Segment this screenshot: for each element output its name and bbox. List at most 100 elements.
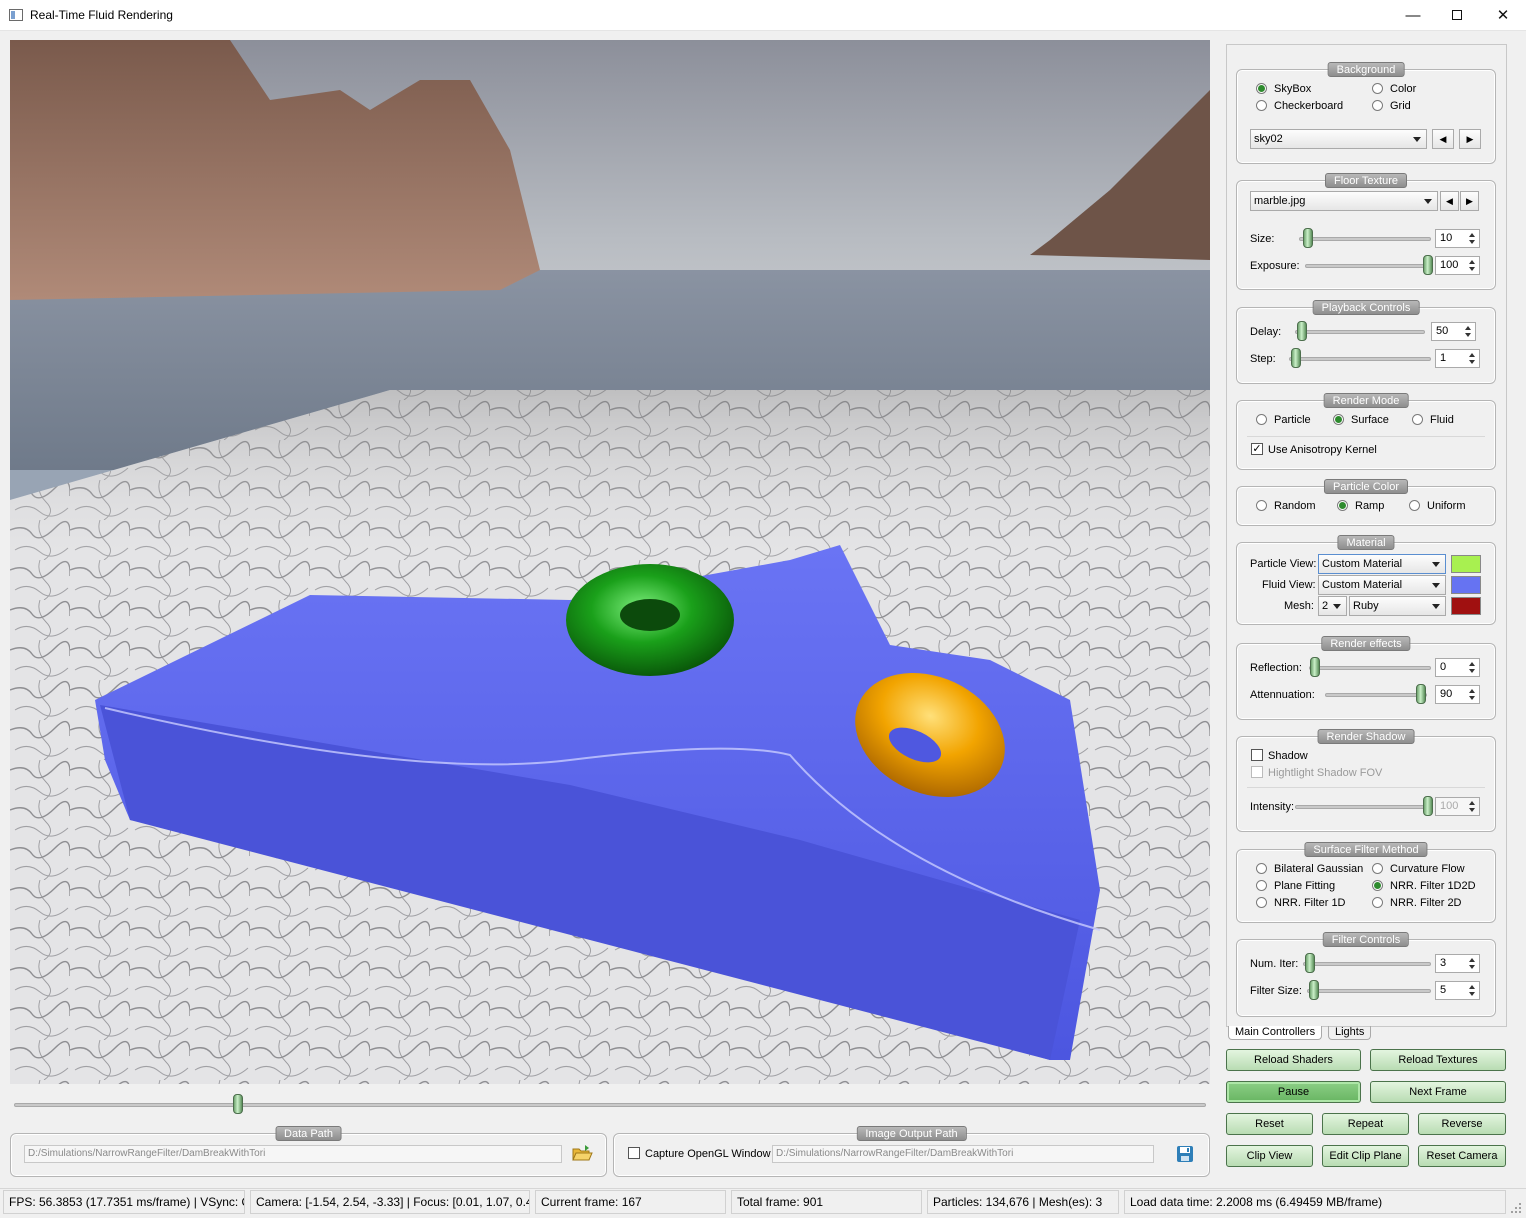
spin-down-icon[interactable] (1466, 806, 1478, 814)
size-spinbox[interactable]: 10 (1435, 229, 1480, 248)
radio-skybox-label: SkyBox (1274, 83, 1312, 95)
reload-textures-button[interactable]: Reload Textures (1370, 1049, 1506, 1071)
skybox-next-button[interactable]: ▶ (1459, 129, 1481, 149)
reset-button[interactable]: Reset (1226, 1113, 1313, 1135)
exposure-slider-handle[interactable] (1423, 255, 1433, 275)
radio-bilateral-gaussian[interactable] (1256, 863, 1267, 874)
radio-color-label: Color (1390, 83, 1417, 95)
chevron-down-icon (1413, 137, 1421, 142)
folder-open-icon[interactable] (571, 1143, 593, 1164)
reset-camera-button[interactable]: Reset Camera (1418, 1145, 1506, 1167)
exposure-spinbox[interactable]: 100 (1435, 256, 1480, 275)
num-iter-label: Num. Iter: (1250, 958, 1299, 970)
skybox-select[interactable]: sky02 (1250, 129, 1427, 149)
frame-slider-handle[interactable] (233, 1094, 243, 1114)
intensity-slider-handle[interactable] (1423, 796, 1433, 816)
num-iter-slider-handle[interactable] (1305, 953, 1315, 973)
spin-down-icon[interactable] (1466, 963, 1478, 971)
edit-clip-plane-button[interactable]: Edit Clip Plane (1322, 1145, 1409, 1167)
floor-texture-select[interactable]: marble.jpg (1250, 191, 1438, 211)
attenuation-slider[interactable] (1325, 684, 1427, 704)
radio-uniform[interactable] (1409, 500, 1420, 511)
reflection-spinbox[interactable]: 0 (1435, 658, 1480, 677)
reverse-button[interactable]: Reverse (1418, 1113, 1506, 1135)
mesh-color-swatch[interactable] (1451, 597, 1481, 615)
radio-nrr-filter-1d2d-label: NRR. Filter 1D2D (1390, 880, 1476, 892)
mesh-index-select[interactable]: 2 (1318, 596, 1347, 616)
particle-color-swatch[interactable] (1451, 555, 1481, 573)
anisotropy-checkbox[interactable]: ✓ (1251, 443, 1263, 455)
highlight-shadow-checkbox[interactable] (1251, 766, 1263, 778)
filter-size-slider[interactable] (1307, 980, 1431, 1000)
fluid-view-select[interactable]: Custom Material (1318, 575, 1446, 595)
radio-skybox[interactable] (1256, 83, 1267, 94)
mesh-material-select[interactable]: Ruby (1349, 596, 1446, 616)
pause-button[interactable]: Pause (1226, 1081, 1361, 1103)
skybox-prev-button[interactable]: ◀ (1432, 129, 1454, 149)
intensity-slider[interactable] (1295, 796, 1433, 816)
step-slider[interactable] (1289, 348, 1431, 368)
next-frame-button[interactable]: Next Frame (1370, 1081, 1506, 1103)
tab-main-controllers[interactable]: Main Controllers (1228, 1026, 1323, 1040)
spin-down-icon[interactable] (1466, 358, 1478, 366)
filter-size-spinbox[interactable]: 5 (1435, 981, 1480, 1000)
num-iter-slider[interactable] (1303, 953, 1431, 973)
frame-slider[interactable] (14, 1094, 1206, 1114)
radio-curvature-flow[interactable] (1372, 863, 1383, 874)
reflection-slider[interactable] (1309, 657, 1431, 677)
particle-view-select[interactable]: Custom Material (1318, 554, 1446, 574)
intensity-spinbox[interactable]: 100 (1435, 797, 1480, 816)
resize-grip-icon[interactable] (1510, 1202, 1522, 1214)
repeat-button[interactable]: Repeat (1322, 1113, 1409, 1135)
fluid-color-swatch[interactable] (1451, 576, 1481, 594)
radio-random[interactable] (1256, 500, 1267, 511)
radio-fluid[interactable] (1412, 414, 1423, 425)
spin-down-icon[interactable] (1466, 238, 1478, 246)
radio-color[interactable] (1372, 83, 1383, 94)
delay-spinbox[interactable]: 50 (1431, 322, 1476, 341)
capture-opengl-checkbox[interactable] (628, 1147, 640, 1159)
maximize-button[interactable] (1434, 0, 1480, 30)
spin-down-icon[interactable] (1466, 667, 1478, 675)
radio-uniform-label: Uniform (1427, 500, 1466, 512)
attenuation-spinbox[interactable]: 90 (1435, 685, 1480, 704)
exposure-slider[interactable] (1305, 255, 1433, 275)
radio-nrr-filter-2d[interactable] (1372, 897, 1383, 908)
radio-surface[interactable] (1333, 414, 1344, 425)
reflection-slider-handle[interactable] (1310, 657, 1320, 677)
filter-size-slider-handle[interactable] (1309, 980, 1319, 1000)
close-button[interactable]: ✕ (1480, 0, 1526, 30)
radio-particle[interactable] (1256, 414, 1267, 425)
shadow-checkbox[interactable] (1251, 749, 1263, 761)
attenuation-slider-handle[interactable] (1416, 684, 1426, 704)
radio-ramp[interactable] (1337, 500, 1348, 511)
reload-shaders-button[interactable]: Reload Shaders (1226, 1049, 1361, 1071)
floor-prev-button[interactable]: ◀ (1440, 191, 1459, 211)
radio-nrr-filter-1d2d[interactable] (1372, 880, 1383, 891)
tab-lights[interactable]: Lights (1328, 1026, 1372, 1040)
size-slider-handle[interactable] (1303, 228, 1313, 248)
minimize-button[interactable]: — (1390, 0, 1436, 30)
spin-down-icon[interactable] (1466, 265, 1478, 273)
opengl-viewport[interactable] (10, 40, 1210, 1084)
radio-checkerboard[interactable] (1256, 100, 1267, 111)
floor-next-button[interactable]: ▶ (1460, 191, 1479, 211)
status-fps: FPS: 56.3853 (17.7351 ms/frame) | VSync:… (3, 1190, 245, 1214)
spin-down-icon[interactable] (1466, 990, 1478, 998)
radio-nrr-filter-1d[interactable] (1256, 897, 1267, 908)
step-slider-handle[interactable] (1291, 348, 1301, 368)
radio-plane-fitting[interactable] (1256, 880, 1267, 891)
step-spinbox[interactable]: 1 (1435, 349, 1480, 368)
radio-grid[interactable] (1372, 100, 1383, 111)
delay-slider[interactable] (1295, 321, 1425, 341)
delay-slider-handle[interactable] (1297, 321, 1307, 341)
clip-view-button[interactable]: Clip View (1226, 1145, 1313, 1167)
save-icon[interactable] (1175, 1144, 1195, 1164)
num-iter-spinbox[interactable]: 3 (1435, 954, 1480, 973)
spin-down-icon[interactable] (1462, 331, 1474, 339)
data-path-field[interactable]: D:/Simulations/NarrowRangeFilter/DamBrea… (24, 1145, 562, 1163)
size-slider[interactable] (1299, 228, 1431, 248)
delay-label: Delay: (1250, 326, 1282, 338)
image-output-path-field[interactable]: D:/Simulations/NarrowRangeFilter/DamBrea… (772, 1145, 1154, 1163)
spin-down-icon[interactable] (1466, 694, 1478, 702)
